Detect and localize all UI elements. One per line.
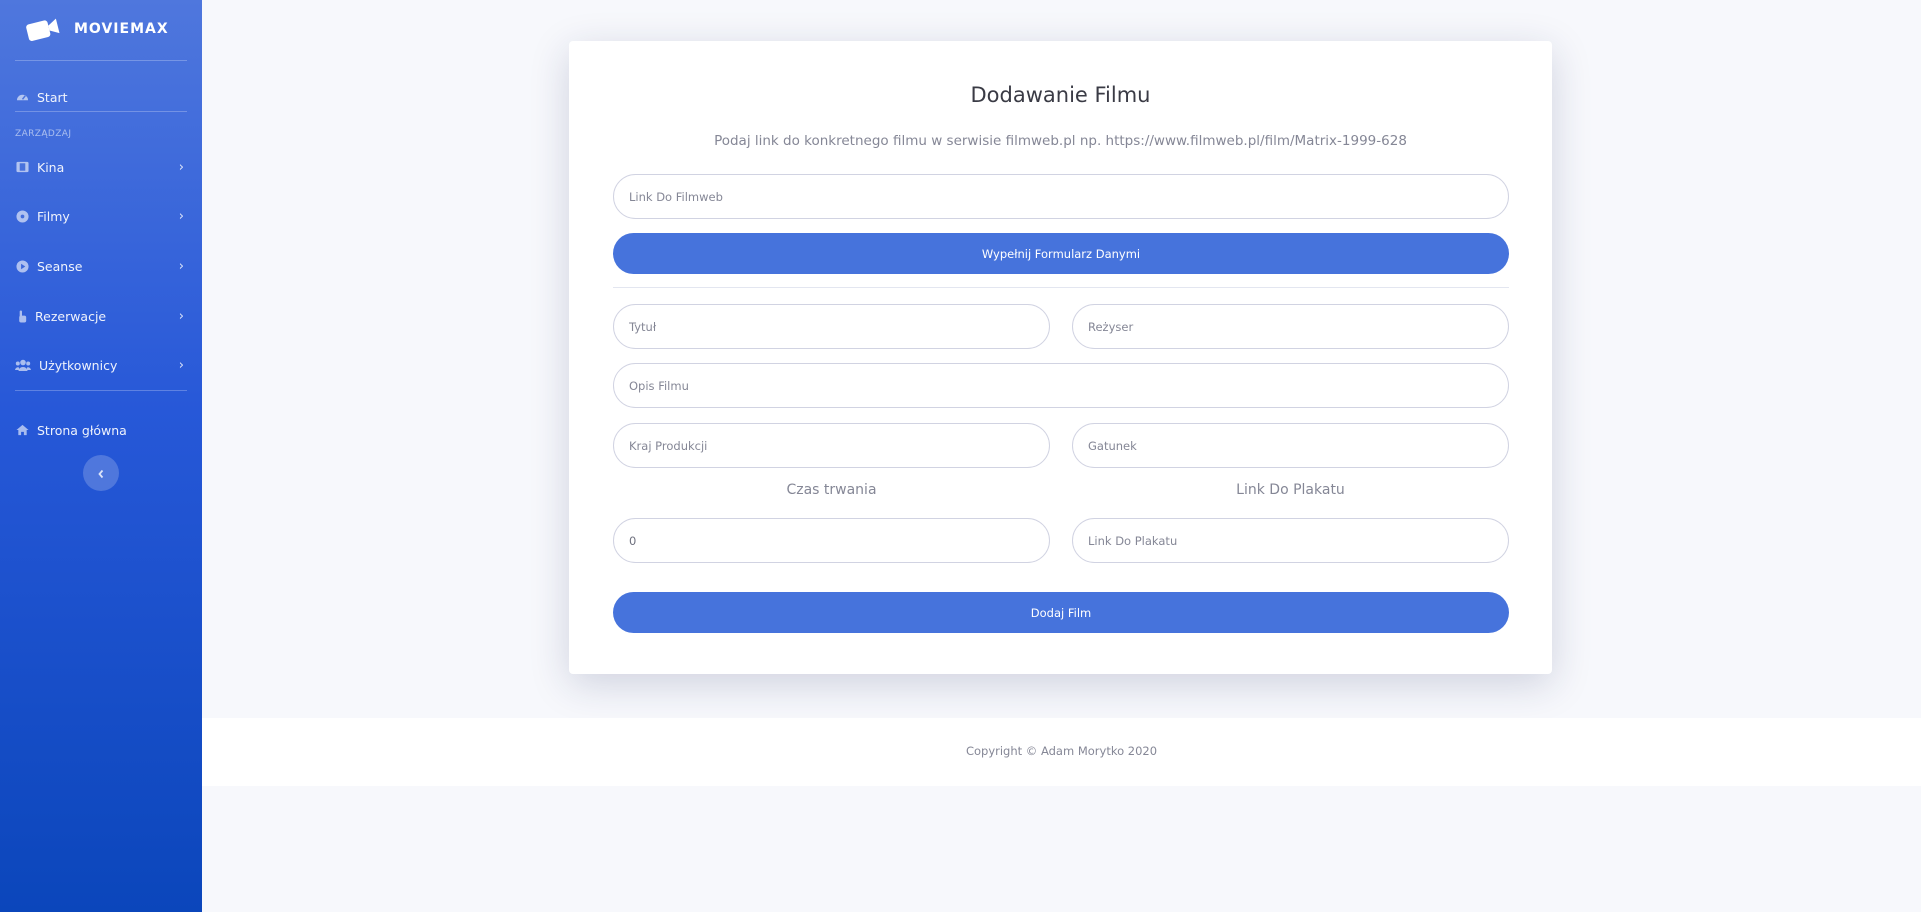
- sidebar-divider: [15, 390, 187, 391]
- sidebar-item-label: Seanse: [37, 258, 83, 274]
- brand-name: MOVIEMAX: [74, 21, 169, 37]
- sidebar-divider: [15, 111, 187, 112]
- duration-label: Czas trwania: [786, 482, 877, 498]
- home-icon: [15, 423, 29, 437]
- copyright-text: Copyright © Adam Morytko 2020: [965, 744, 1158, 758]
- form-divider: [613, 287, 1509, 288]
- sidebar-item-uzytkownicy[interactable]: Użytkownicy ›: [0, 348, 202, 382]
- sidebar-item-rezerwacje[interactable]: Rezerwacje ›: [0, 299, 202, 333]
- sidebar: MOVIEMAX Start ZARZĄDZAJ Kina › Filmy › …: [0, 0, 202, 912]
- sidebar-item-label: Kina: [37, 159, 65, 175]
- footer: Copyright © Adam Morytko 2020: [202, 718, 1921, 786]
- add-film-card: Dodawanie Filmu Podaj link do konkretneg…: [569, 41, 1552, 674]
- title-input[interactable]: [613, 304, 1050, 349]
- play-circle-icon: [15, 259, 29, 273]
- sidebar-heading: ZARZĄDZAJ: [15, 129, 72, 139]
- video-camera-icon: [25, 14, 61, 44]
- filmweb-link-input[interactable]: [613, 174, 1509, 219]
- chevron-right-icon: ›: [178, 258, 184, 274]
- poster-label: Link Do Plakatu: [1236, 482, 1345, 498]
- chevron-left-icon: [97, 464, 105, 483]
- poster-link-input[interactable]: [1072, 518, 1509, 563]
- sidebar-item-label: Strona główna: [37, 422, 127, 438]
- chevron-right-icon: ›: [178, 159, 184, 175]
- sidebar-item-start[interactable]: Start: [0, 80, 202, 114]
- tachometer-icon: [15, 90, 29, 104]
- sidebar-item-label: Start: [37, 89, 68, 105]
- sidebar-item-home[interactable]: Strona główna: [0, 413, 202, 447]
- sidebar-item-kina[interactable]: Kina ›: [0, 150, 202, 184]
- sidebar-item-label: Rezerwacje: [35, 308, 107, 324]
- sidebar-divider: [15, 60, 187, 61]
- sidebar-item-seanse[interactable]: Seanse ›: [0, 249, 202, 283]
- page-title: Dodawanie Filmu: [970, 83, 1151, 107]
- hand-pointer-icon: [15, 309, 29, 323]
- sidebar-toggle-button[interactable]: [83, 455, 119, 491]
- chevron-right-icon: ›: [178, 308, 184, 324]
- genre-input[interactable]: [1072, 423, 1509, 468]
- add-film-button[interactable]: Dodaj Film: [613, 592, 1509, 633]
- brand[interactable]: MOVIEMAX: [0, 0, 202, 58]
- description-input[interactable]: [613, 363, 1509, 408]
- compact-disc-icon: [15, 209, 29, 223]
- chevron-right-icon: ›: [178, 357, 184, 373]
- fill-form-button[interactable]: Wypełnij Formularz Danymi: [613, 233, 1509, 274]
- duration-input[interactable]: [613, 518, 1050, 563]
- sidebar-item-label: Użytkownicy: [39, 357, 118, 373]
- chevron-right-icon: ›: [178, 208, 184, 224]
- director-input[interactable]: [1072, 304, 1509, 349]
- sidebar-item-label: Filmy: [37, 208, 70, 224]
- users-icon: [15, 358, 31, 372]
- sidebar-item-filmy[interactable]: Filmy ›: [0, 199, 202, 233]
- country-input[interactable]: [613, 423, 1050, 468]
- page-subtitle: Podaj link do konkretnego filmu w serwis…: [714, 133, 1407, 149]
- film-icon: [15, 160, 29, 174]
